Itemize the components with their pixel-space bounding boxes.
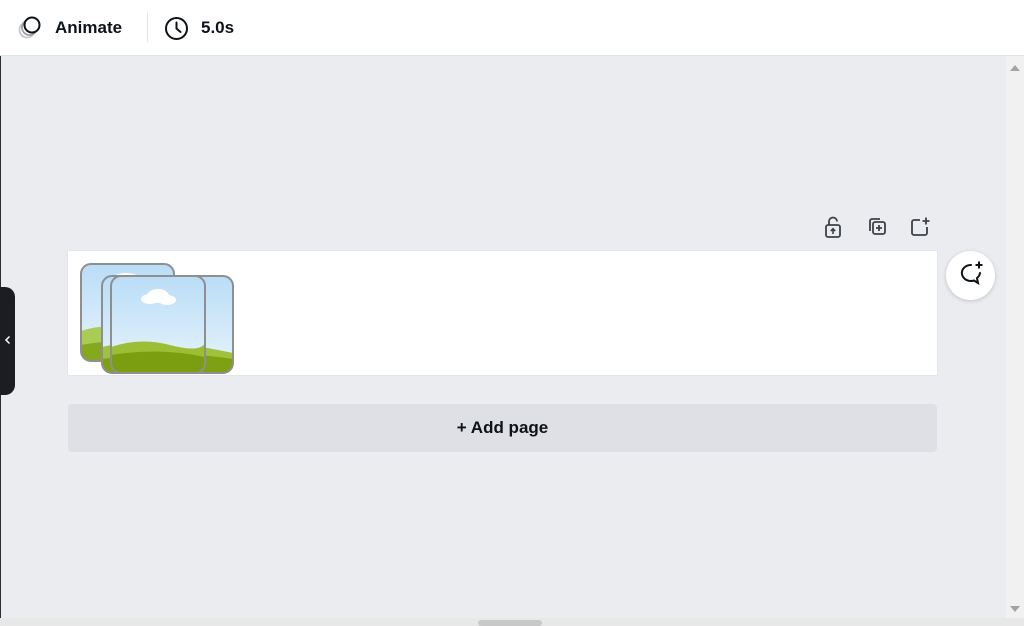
page-canvas[interactable] xyxy=(68,251,937,375)
add-comment-button[interactable] xyxy=(946,251,995,300)
animate-circles-icon xyxy=(16,14,44,42)
duplicate-icon xyxy=(866,216,888,243)
add-page-icon xyxy=(909,216,931,243)
top-toolbar: Animate 5.0s xyxy=(0,0,1024,56)
toolbar-divider xyxy=(147,13,148,42)
add-page-button[interactable]: + Add page xyxy=(68,404,937,452)
horizontal-scrollbar[interactable] xyxy=(0,618,1024,626)
duration-button[interactable]: 5.0s xyxy=(164,0,234,56)
add-comment-icon xyxy=(957,260,985,291)
lock-page-button[interactable] xyxy=(820,216,846,242)
duplicate-page-button[interactable] xyxy=(864,216,890,242)
unlock-icon xyxy=(823,215,843,244)
scroll-up-icon[interactable] xyxy=(1010,65,1020,71)
chevron-left-icon xyxy=(4,332,12,350)
scroll-down-icon[interactable] xyxy=(1010,606,1020,612)
horizontal-scroll-thumb[interactable] xyxy=(478,620,542,626)
clock-icon xyxy=(164,16,189,41)
sidebar-collapse-toggle[interactable] xyxy=(0,287,15,395)
animate-button[interactable]: Animate xyxy=(16,0,122,56)
animate-label: Animate xyxy=(55,18,123,37)
duration-label: 5.0s xyxy=(201,18,235,37)
image-placeholder-stack-icon[interactable] xyxy=(80,263,240,378)
add-page-top-button[interactable] xyxy=(907,216,933,242)
vertical-scrollbar[interactable] xyxy=(1006,56,1024,618)
add-page-label: + Add page xyxy=(456,418,549,437)
